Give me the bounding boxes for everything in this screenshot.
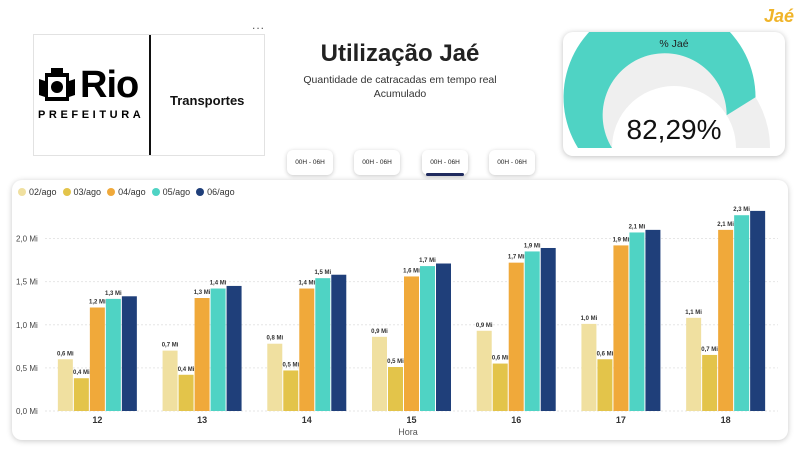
subtitle-line-2: Acumulado xyxy=(373,88,427,100)
city-crest-icon xyxy=(39,68,75,101)
brand-logo: Jaé xyxy=(764,6,795,26)
legend-label: 04/ago xyxy=(118,187,146,197)
legend-item[interactable]: 04/ago xyxy=(107,187,146,197)
tab-time-range-4[interactable]: 00H - 06H xyxy=(489,150,535,175)
legend-item[interactable]: 06/ago xyxy=(196,187,235,197)
legend-label: 03/ago xyxy=(73,187,102,197)
legend-label: 02/ago xyxy=(29,187,57,197)
section-name: Transportes xyxy=(170,93,245,108)
logo-divider xyxy=(149,35,151,155)
tab-time-range-3[interactable]: 00H - 06H xyxy=(422,150,468,175)
chart-card xyxy=(12,180,788,440)
gauge-card: % Jaé 82,29% xyxy=(563,32,785,156)
legend-item[interactable]: 02/ago xyxy=(18,187,57,197)
legend-label: 06/ago xyxy=(207,187,235,197)
gauge-title: % Jaé xyxy=(659,38,689,50)
gauge-value: 82,29% xyxy=(626,114,722,145)
tab-time-range-2[interactable]: 00H - 06H xyxy=(354,150,400,175)
legend-dot xyxy=(151,188,160,196)
logo-card: Rio PREFEITURA Transportes xyxy=(33,34,265,156)
logo-prefeitura: PREFEITURA xyxy=(38,109,145,121)
subtitle-line-1: Quantidade de catracadas em tempo real xyxy=(303,74,497,86)
active-tab-indicator xyxy=(426,173,464,176)
page-subtitle: Quantidade de catracadas em tempo real A… xyxy=(280,73,520,101)
legend-item[interactable]: 05/ago xyxy=(151,187,191,197)
logo-city-name: Rio xyxy=(80,64,139,106)
more-options-icon[interactable]: ... xyxy=(252,18,265,32)
tab-time-range-1[interactable]: 00H - 06H xyxy=(287,150,333,175)
legend-label: 05/ago xyxy=(162,187,191,197)
legend-dot xyxy=(196,188,205,196)
legend-dot xyxy=(18,188,26,196)
legend-dot xyxy=(107,188,116,196)
legend-dot xyxy=(62,188,71,196)
legend-item[interactable]: 03/ago xyxy=(62,187,102,197)
chart-legend: 02/ago 03/ago 04/ago 05/ago 06/ago xyxy=(18,187,235,197)
page-title: Utilização Jaé xyxy=(320,40,480,67)
